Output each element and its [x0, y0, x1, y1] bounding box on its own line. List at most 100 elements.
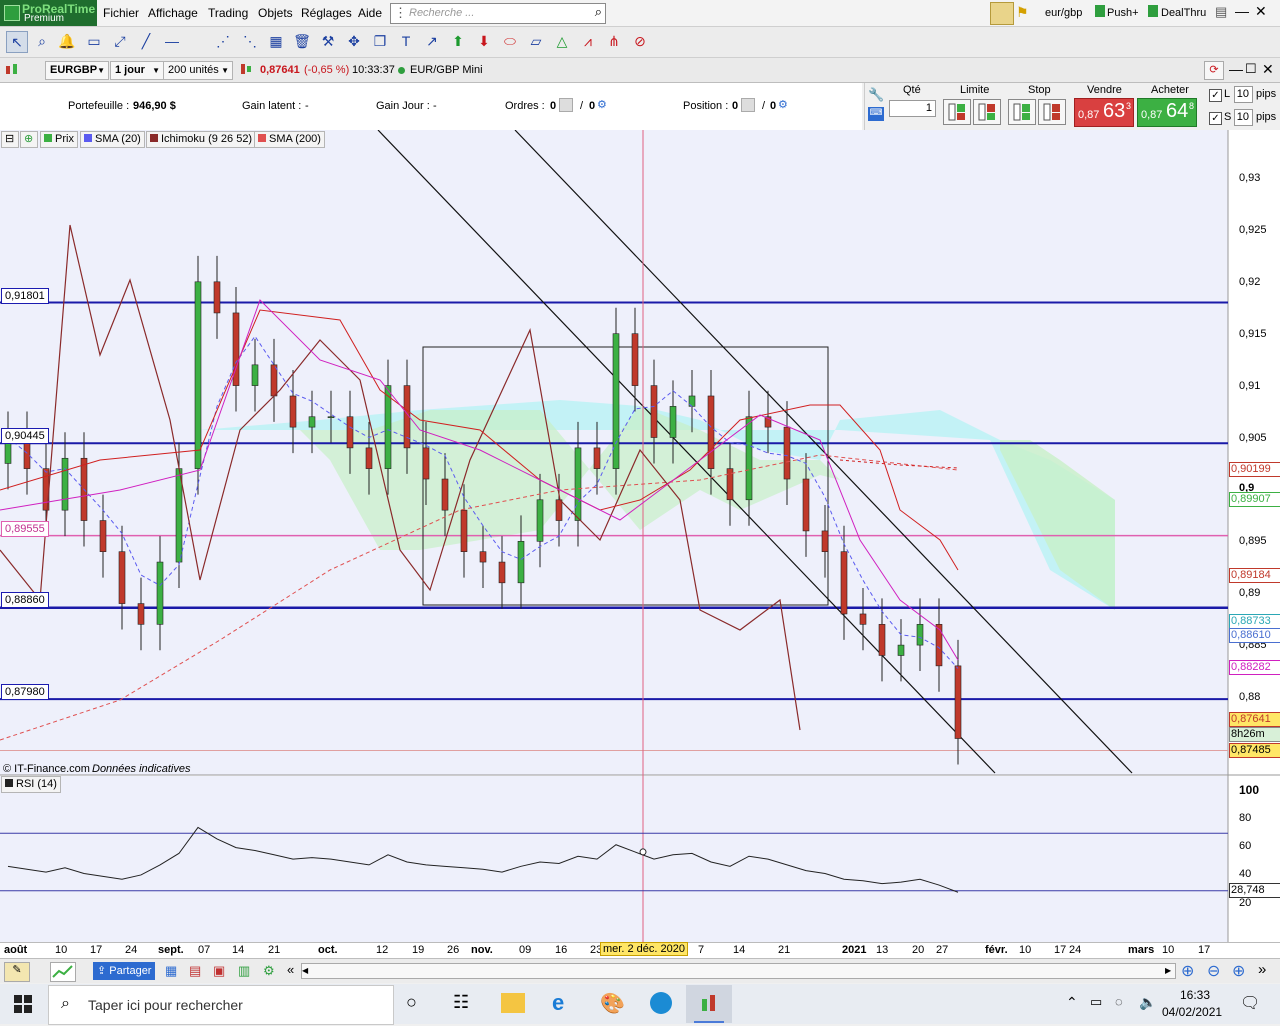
units-dropdown[interactable]: 200 unités ▼ [163, 61, 233, 80]
sell-button[interactable]: 0,87 63 3 [1074, 98, 1134, 127]
measure-icon[interactable]: ⤢ [110, 31, 130, 51]
minimize-icon[interactable]: — [1235, 3, 1249, 19]
scroll-back-icon[interactable]: « [287, 962, 294, 977]
ellipse-icon[interactable]: ⬭ [500, 31, 520, 51]
hline-label-5[interactable]: 0,87980 [1, 684, 49, 700]
window-menu-icon[interactable]: ▤ [1215, 4, 1227, 20]
legend-collapse-icon[interactable]: ⊟ [1, 131, 19, 148]
share-button[interactable]: ⇪ Partager [93, 962, 156, 980]
alert-icon[interactable]: 🔔 [57, 31, 77, 51]
windows-start-icon[interactable] [14, 995, 32, 1013]
candlestick-type-icon[interactable] [4, 63, 20, 77]
sync-icon[interactable]: ⟳ [1204, 61, 1224, 80]
hline-icon[interactable]: — [162, 31, 182, 51]
hline-label-1[interactable]: 0,91801 [1, 288, 49, 304]
chart-type-icon[interactable] [50, 962, 76, 982]
search-icon[interactable]: ⌕ [595, 4, 602, 20]
down-arrow-icon[interactable]: ⬇ [474, 31, 494, 51]
positions-list-icon[interactable] [741, 98, 755, 112]
prorealtime-taskbar-button[interactable] [686, 985, 732, 1023]
wrench-icon[interactable]: 🔧 [868, 87, 884, 103]
drawing-mode-icon[interactable]: ✎ [4, 962, 30, 982]
scroll-right-icon[interactable]: ▶ [1165, 964, 1175, 978]
more-icon[interactable]: » [1258, 961, 1266, 978]
limit-pips-input[interactable]: 10 [1234, 86, 1253, 103]
legend-sma20[interactable]: SMA (20) [80, 131, 145, 148]
stop-pips-input[interactable]: 10 [1234, 109, 1253, 126]
orders-settings-icon[interactable]: ⚙ [597, 98, 607, 111]
menu-fichier[interactable]: Fichier [103, 6, 139, 20]
ruler-icon[interactable]: ▭ [84, 31, 104, 51]
calendar-icon[interactable]: ▦ [165, 963, 177, 979]
stop-sell-button[interactable] [1038, 99, 1066, 125]
move-icon[interactable]: ✥ [344, 31, 364, 51]
legend-prix[interactable]: Prix [40, 131, 78, 148]
tools-icon[interactable]: ⚒ [318, 31, 338, 51]
screener-icon[interactable]: ▥ [238, 963, 250, 979]
menu-reglages[interactable]: Réglages [301, 6, 352, 20]
fibonacci-icon[interactable]: ⋰ [213, 31, 233, 51]
indicator-icon[interactable]: ▤ [189, 963, 201, 979]
pitchfork-icon[interactable]: ⋔ [604, 31, 624, 51]
quantity-input[interactable]: 1 [889, 100, 936, 117]
hline-label-3[interactable]: 0,89555 [1, 521, 49, 537]
menu-objets[interactable]: Objets [258, 6, 293, 20]
window-close-icon[interactable]: ✕ [1262, 61, 1274, 78]
scroll-left-icon[interactable]: ◀ [302, 964, 312, 978]
zoom-fit-icon[interactable]: ⊕ [1181, 961, 1194, 981]
push-button[interactable]: Push+ [1107, 7, 1139, 26]
notifications-icon[interactable]: 🗨 [1240, 993, 1260, 1013]
triangle-icon[interactable]: △ [552, 31, 572, 51]
tray-network-icon[interactable]: ▭ [1090, 994, 1102, 1010]
dealthru-button[interactable]: DealThru [1161, 7, 1206, 26]
line-icon[interactable]: ╱ [136, 31, 156, 51]
ie-icon[interactable]: e [552, 990, 564, 1016]
orders-list-icon[interactable] [559, 98, 573, 112]
hline-label-2[interactable]: 0,90445 [1, 428, 49, 444]
window-maximize-icon[interactable]: ☐ [1245, 61, 1257, 77]
hline-label-4[interactable]: 0,88860 [1, 592, 49, 608]
zoom-out-icon[interactable]: ⊖ [1207, 961, 1220, 981]
gann-icon[interactable]: ▦ [266, 31, 286, 51]
alert-bell-icon[interactable] [990, 2, 1014, 25]
autotrading-icon[interactable]: ⚙ [263, 963, 275, 979]
paint-icon[interactable]: 🎨 [600, 991, 625, 1016]
widgets-icon[interactable]: ☷ [453, 992, 469, 1013]
file-explorer-icon[interactable] [501, 993, 525, 1013]
fib-fan-icon[interactable]: ⋱ [240, 31, 260, 51]
zoom-icon[interactable]: ⌕ [32, 31, 52, 51]
price-chart-svg[interactable] [0, 130, 1280, 943]
cursor-icon[interactable]: ↖ [6, 31, 28, 53]
limit-sell-button[interactable] [973, 99, 1001, 125]
channel-icon[interactable]: ⩘ [578, 31, 598, 51]
window-minimize-icon[interactable]: — [1229, 61, 1243, 77]
arrow-icon[interactable]: ↗ [422, 31, 442, 51]
close-icon[interactable]: ✕ [1255, 3, 1267, 20]
copy-icon[interactable]: ❐ [370, 31, 390, 51]
stop-checkbox[interactable]: ✓ [1209, 112, 1222, 125]
legend-add-icon[interactable]: ⊕ [20, 131, 38, 148]
text-icon[interactable]: T [396, 31, 416, 51]
probacktest-icon[interactable]: ▣ [213, 963, 225, 979]
menu-aide[interactable]: Aide [358, 6, 382, 20]
chart-area[interactable] [0, 130, 1280, 943]
legend-sma200[interactable]: SMA (200) [254, 131, 325, 148]
legend-rsi[interactable]: RSI (14) [1, 776, 61, 793]
menu-trading[interactable]: Trading [208, 6, 248, 20]
flag-icon[interactable]: ⚑ [1016, 4, 1032, 20]
erase-all-icon[interactable]: ⊘ [630, 31, 650, 51]
buy-button[interactable]: 0,87 64 8 [1137, 98, 1197, 127]
legend-ichimoku[interactable]: Ichimoku (9 26 52) [146, 131, 257, 148]
search-input[interactable]: ⋮ Recherche ... ⌕ [390, 3, 606, 24]
limit-buy-button[interactable] [943, 99, 971, 125]
task-view-icon[interactable]: ○ [406, 992, 417, 1013]
zoom-in-icon[interactable]: ⊕ [1232, 961, 1245, 981]
keyboard-icon[interactable]: ⌨ [868, 107, 884, 121]
horizontal-scrollbar[interactable]: ◀ ▶ [301, 963, 1176, 979]
ticker-dropdown[interactable]: EURGBP ▼ [45, 61, 109, 80]
tray-volume-icon[interactable]: 🔈 [1139, 994, 1156, 1011]
delete-icon[interactable]: 🗑 [292, 31, 312, 51]
edge-icon[interactable] [650, 992, 672, 1014]
menu-affichage[interactable]: Affichage [148, 6, 198, 20]
timeframe-dropdown[interactable]: 1 jour ▼ [110, 61, 164, 80]
